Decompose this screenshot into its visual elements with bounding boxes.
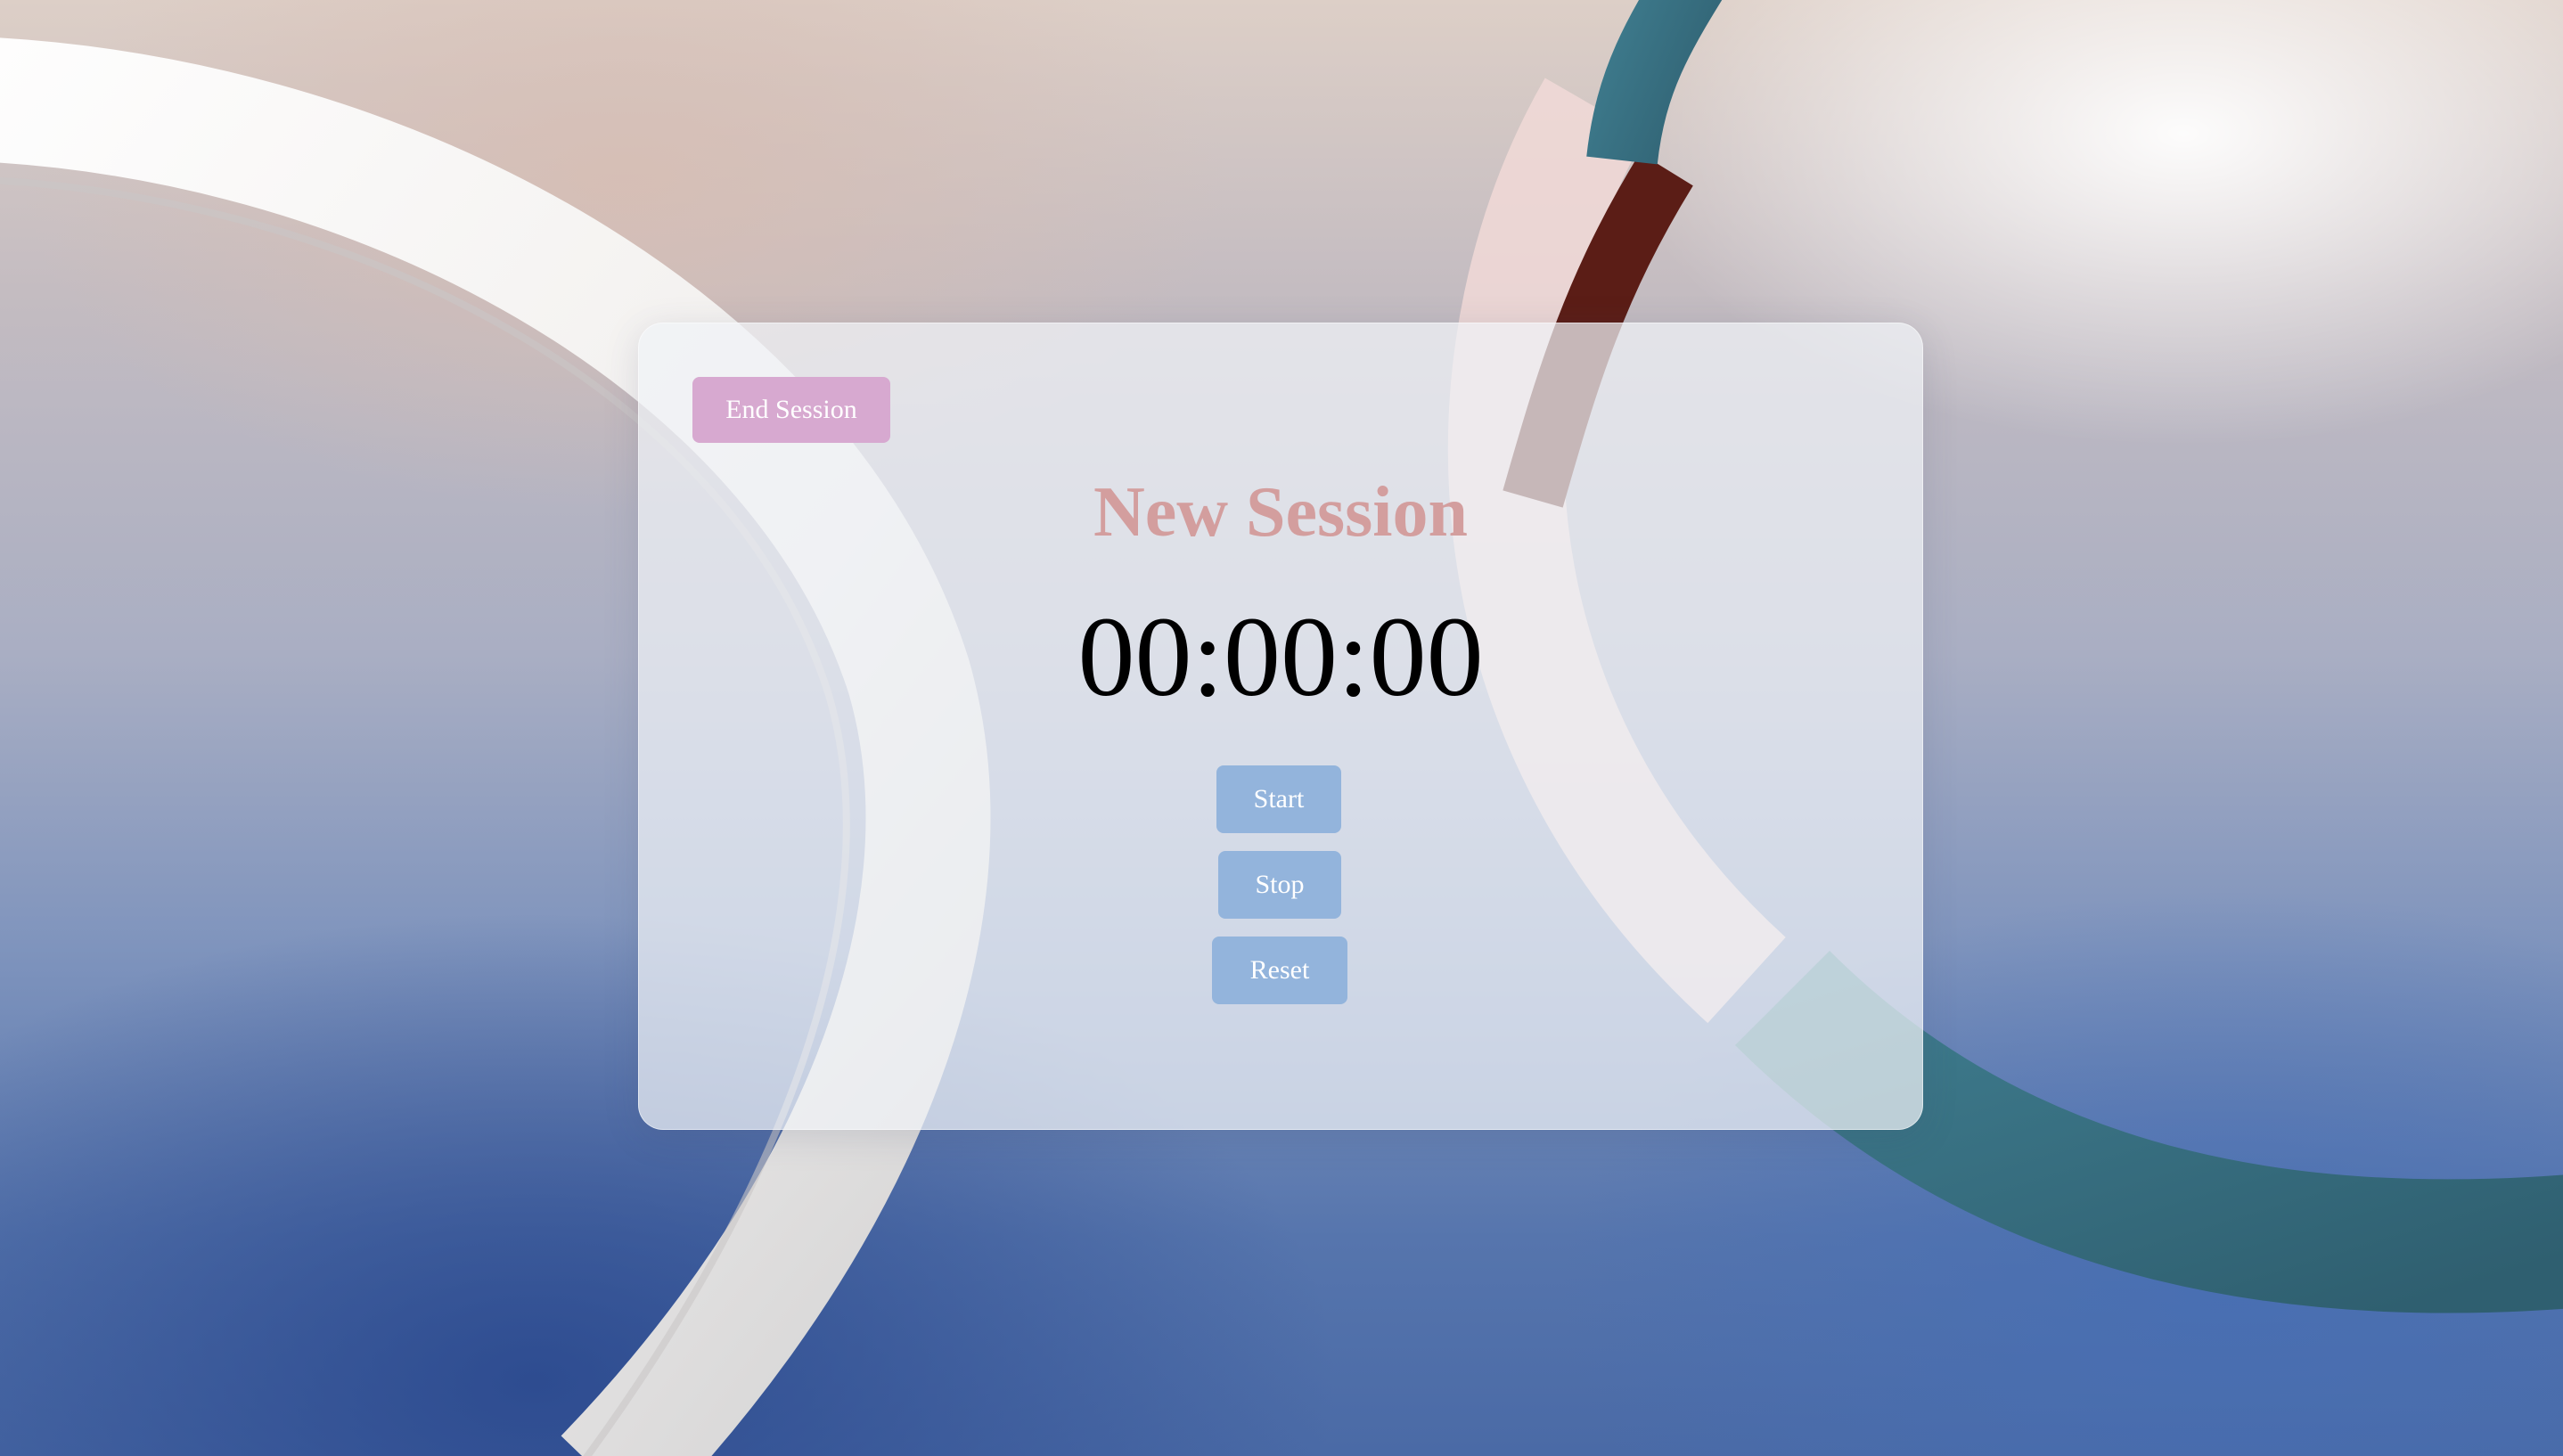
- start-button[interactable]: Start: [1216, 765, 1341, 833]
- page-title: New Session: [1093, 473, 1469, 552]
- reset-button[interactable]: Reset: [1212, 937, 1347, 1004]
- session-card: End Session New Session 00:00:00 Start S…: [638, 323, 1923, 1130]
- timer-display: 00:00:00: [1077, 593, 1484, 720]
- stop-button[interactable]: Stop: [1218, 851, 1341, 919]
- end-session-button[interactable]: End Session: [692, 377, 890, 443]
